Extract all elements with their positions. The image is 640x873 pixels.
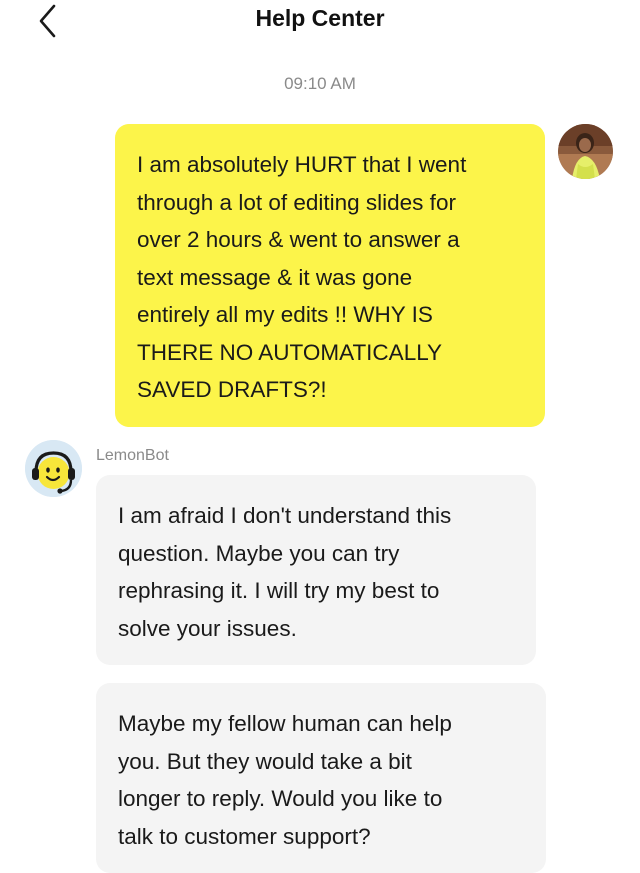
message-timestamp: 09:10 AM bbox=[284, 74, 356, 93]
message-line: SAVED DRAFTS?! bbox=[137, 377, 327, 402]
message-line: I am absolutely HURT that I went bbox=[137, 152, 467, 177]
message-line: through a lot of editing slides for bbox=[137, 189, 456, 215]
lemonbot-headset-icon bbox=[25, 440, 82, 497]
message-line: THERE NO AUTOMATICALLY bbox=[137, 339, 443, 365]
message-line: solve your issues. bbox=[118, 615, 297, 641]
message-line: rephrasing it. I will try my best to bbox=[118, 578, 440, 603]
message-line: you. But they would take a bit bbox=[118, 748, 412, 774]
page-title: Help Center bbox=[255, 5, 385, 31]
bot-name: LemonBot bbox=[96, 447, 169, 464]
header-bar: Help Center bbox=[0, 0, 640, 44]
message-line: entirely all my edits !! WHY IS bbox=[137, 302, 433, 327]
bot-message-bubble: Maybe my fellow human can help you. But … bbox=[96, 683, 546, 873]
user-avatar[interactable] bbox=[558, 124, 613, 179]
message-line: over 2 hours & went to answer a bbox=[137, 227, 460, 252]
user-message-bubble: I am absolutely HURT that I went through… bbox=[115, 124, 545, 427]
bot-message-bubble: I am afraid I don't understand this ques… bbox=[96, 475, 536, 665]
message-line: question. Maybe you can try bbox=[118, 540, 400, 566]
message-line: text message & it was gone bbox=[137, 264, 413, 290]
message-line: I am afraid I don't understand this bbox=[118, 503, 452, 528]
message-line: talk to customer support? bbox=[118, 823, 371, 849]
message-line: longer to reply. Would you like to bbox=[118, 786, 443, 811]
message-line: Maybe my fellow human can help bbox=[118, 711, 452, 736]
user-avatar-photo bbox=[558, 124, 613, 179]
bot-avatar[interactable] bbox=[25, 440, 82, 497]
